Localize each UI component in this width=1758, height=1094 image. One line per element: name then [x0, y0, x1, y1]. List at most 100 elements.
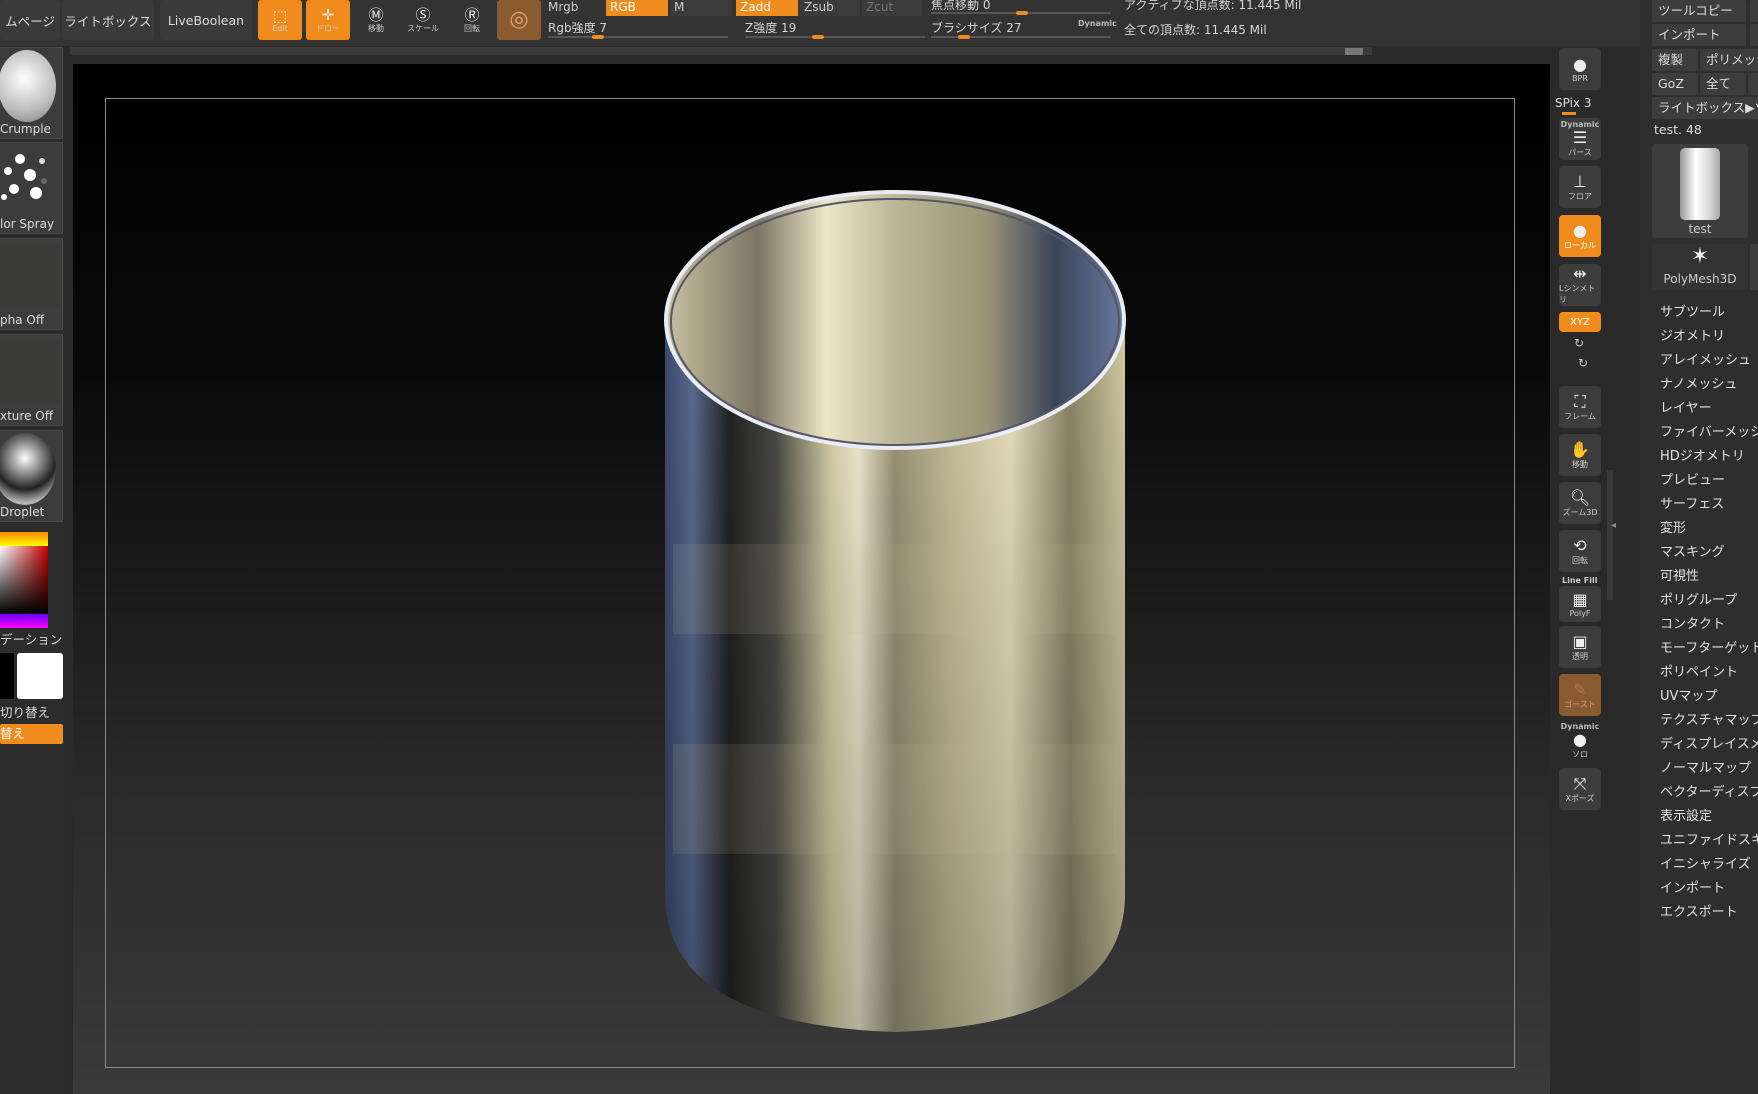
tool-menu-item[interactable]: ナノメッシュ [1660, 373, 1737, 392]
brush-selector[interactable]: Crumple [0, 47, 63, 139]
xyz-button[interactable]: XYZ [1559, 312, 1601, 332]
tool-menu-item[interactable]: サーフェス [1660, 493, 1724, 512]
tool-menu-item[interactable]: エクスポート [1660, 901, 1738, 920]
tool-menu-item[interactable]: ファイバーメッシ [1660, 421, 1758, 440]
zcut-toggle[interactable]: Zcut [862, 0, 922, 16]
dynamic-label[interactable]: Dynamic [1078, 19, 1117, 28]
z-intensity-knob[interactable] [812, 35, 824, 39]
liveboolean-button[interactable]: LiveBoolean [160, 0, 252, 40]
polymesh3d-thumbnail[interactable]: ✶ PolyMesh3D [1652, 244, 1748, 290]
rotate-view-button[interactable]: ⟲ 回転 [1559, 530, 1601, 572]
tool-menu-item[interactable]: イニシャライズ [1660, 853, 1751, 872]
import-button[interactable]: インポート [1652, 24, 1746, 46]
panel-scrollbar[interactable] [1607, 470, 1613, 600]
all-button[interactable]: 全て [1700, 73, 1746, 95]
goz-button[interactable]: GoZ [1652, 73, 1698, 95]
page-tab[interactable]: ムページ [0, 0, 60, 40]
move-view-button[interactable]: ✋ 移動 [1559, 434, 1601, 476]
solo-button[interactable]: Dynamic ● ソロ [1559, 720, 1601, 762]
material-swatch-button[interactable]: ◎ [497, 0, 541, 40]
ghost-button[interactable]: ✎ ゴースト [1559, 674, 1601, 716]
secondary-color[interactable] [0, 653, 14, 699]
y-axis-icon[interactable]: ↻ [1574, 336, 1584, 350]
tool-menu-item[interactable]: ノーマルマップ [1660, 757, 1751, 776]
tool-menu-item[interactable]: コンタクト [1660, 613, 1725, 632]
tool-menu-item[interactable]: 可視性 [1660, 565, 1699, 584]
rotate-button[interactable]: Ⓡ 回転 [452, 0, 492, 40]
floor-button[interactable]: ⊥ フロア [1559, 166, 1601, 208]
tool-menu-item[interactable]: ジオメトリ [1660, 325, 1725, 344]
spix-knob[interactable] [1562, 112, 1576, 115]
alpha-name: pha Off [0, 313, 45, 327]
tool-menu-item[interactable]: マスキング [1660, 541, 1725, 560]
stroke-selector[interactable]: lor Spray [0, 142, 63, 234]
transparency-button[interactable]: ▣ 透明 [1559, 626, 1601, 668]
tool-menu-item[interactable]: アレイメッシュ [1660, 349, 1751, 368]
tool-menu-item[interactable]: プレビュー [1660, 469, 1725, 488]
collapse-arrow-icon[interactable]: ◂ [1611, 520, 1616, 531]
zsub-toggle[interactable]: Zsub [800, 0, 860, 16]
tool-menu-item[interactable]: テクスチャマップ [1660, 709, 1758, 728]
frame-button[interactable]: ⛶ フレーム [1559, 386, 1601, 428]
z-intensity-slider[interactable] [745, 36, 925, 38]
rotate-label: 回転 [464, 23, 480, 33]
focal-shift-knob[interactable] [1016, 11, 1028, 15]
switch-button[interactable]: 替え [0, 724, 63, 744]
bpr-button[interactable]: ● BPR [1559, 48, 1601, 90]
rgb-intensity-slider[interactable] [548, 36, 728, 38]
rgb-intensity-knob[interactable] [592, 35, 604, 39]
perspective-button[interactable]: Dynamic ☰ パース [1559, 118, 1601, 160]
lightbox-button[interactable]: ライトボックス [62, 0, 154, 40]
polymesh-button[interactable]: ポリメッシ [1700, 49, 1758, 71]
tool-menu-item[interactable]: インポート [1660, 877, 1725, 896]
xpose-button[interactable]: ⤧ Xポーズ [1559, 768, 1601, 810]
tool-menu-item[interactable]: サブツール [1660, 301, 1725, 320]
rgb-toggle[interactable]: RGB [606, 0, 668, 16]
tool-menu-item[interactable]: 変形 [1660, 517, 1686, 536]
duplicate-button[interactable]: 複製 [1652, 49, 1698, 71]
solo-icon: ● [1573, 730, 1587, 749]
tool-menu-item[interactable]: ポリグループ [1660, 589, 1737, 608]
zoom3d-button[interactable]: 🔍︎ ズーム3D [1559, 482, 1601, 524]
toolpanel-edge-button-1[interactable] [1750, 0, 1758, 22]
brush-size-knob[interactable] [958, 35, 970, 39]
toolpanel-edge-button-2[interactable] [1750, 24, 1758, 46]
toolcopy-button[interactable]: ツールコピー [1652, 0, 1746, 22]
tool-thumbnail[interactable]: test [1652, 144, 1748, 238]
lsym-button[interactable]: ⇹ Lシンメトリ [1559, 264, 1601, 306]
edit-button[interactable]: ⬚ Edit [258, 0, 302, 40]
polyf-button[interactable]: ▦ PolyF [1559, 586, 1601, 622]
toolpanel-edge-thumb[interactable] [1750, 244, 1758, 290]
tool-menu-item[interactable]: モーフターゲット [1660, 637, 1758, 656]
local-button[interactable]: ● ローカル [1559, 215, 1601, 257]
tool-menu-item[interactable]: ユニファイドスキ [1660, 829, 1758, 848]
draw-button[interactable]: ✛ ドロー [306, 0, 350, 40]
document-canvas[interactable] [73, 64, 1550, 1094]
primary-color[interactable] [17, 653, 63, 699]
texture-selector[interactable]: xture Off [0, 334, 63, 426]
color-picker[interactable] [0, 532, 48, 628]
scale-button[interactable]: Ⓢ スケール [403, 0, 443, 40]
active-points-readout: アクティブな頂点数: 11.445 Mil [1124, 0, 1302, 12]
top-divider-handle[interactable] [1345, 48, 1363, 55]
bpr-icon: ● [1573, 54, 1587, 74]
tool-menu-item[interactable]: ディスプレイスメ [1660, 733, 1758, 752]
mrgb-toggle[interactable]: Mrgb [544, 0, 606, 16]
spix-label[interactable]: SPix 3 [1555, 96, 1591, 110]
tool-menu-item[interactable]: レイヤー [1660, 397, 1712, 416]
top-divider [70, 47, 1372, 55]
bpr-label: BPR [1572, 73, 1588, 83]
tool-menu-item[interactable]: ポリペイント [1660, 661, 1738, 680]
tool-menu-item[interactable]: UVマップ [1660, 685, 1717, 704]
z-axis-icon[interactable]: ↻ [1578, 356, 1588, 370]
tool-menu-item[interactable]: ベクターディスプ [1660, 781, 1758, 800]
tool-menu-item[interactable]: 表示設定 [1660, 805, 1712, 824]
material-selector[interactable]: Droplet [0, 430, 63, 522]
tool-menu-item[interactable]: HDジオメトリ [1660, 445, 1745, 464]
toolpanel-edge-button-3[interactable] [1748, 73, 1758, 95]
alpha-selector[interactable]: pha Off [0, 238, 63, 330]
zadd-toggle[interactable]: Zadd [736, 0, 798, 16]
lightbox-tool-button[interactable]: ライトボックス▶ツ [1652, 97, 1758, 119]
m-toggle[interactable]: M [670, 0, 732, 16]
move-button[interactable]: Ⓜ 移動 [356, 0, 396, 40]
